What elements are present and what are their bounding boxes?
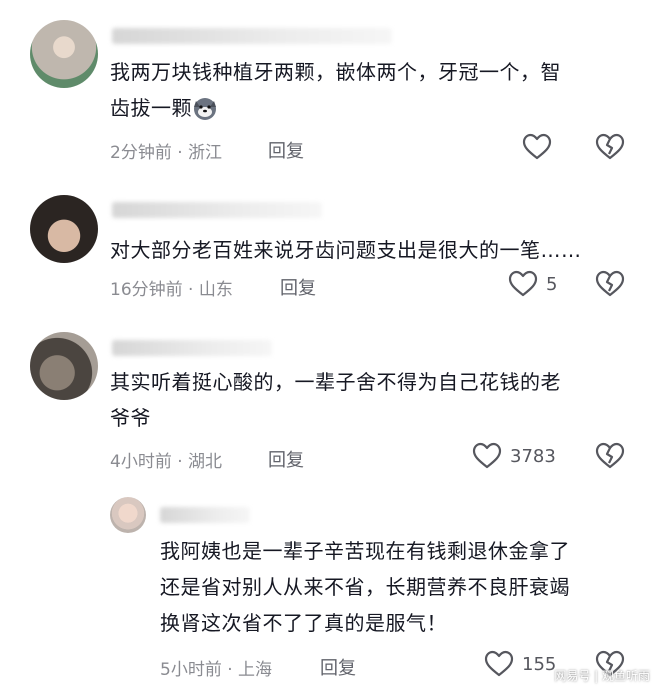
watermark: 网易号 | 观鱼听雨 <box>554 669 650 683</box>
comment-text-line: 爷爷 <box>110 406 151 430</box>
comment-item: 其实听着挺心酸的，一辈子舍不得为自己花钱的老 爷爷 4小时前 · 湖北 回复 3… <box>0 310 660 485</box>
reply-button[interactable]: 回复 <box>268 446 304 472</box>
username-blurred[interactable] <box>112 28 392 44</box>
comment-text: 我两万块钱种植牙两颗，嵌体两个，牙冠一个，智 齿拔一颗 <box>110 54 640 126</box>
comment-text-line: 我阿姨也是一辈子辛苦现在有钱剩退休金拿了 <box>160 539 570 563</box>
like-count: 5 <box>546 273 558 295</box>
avatar[interactable] <box>30 20 98 88</box>
comment-time: 16分钟前 <box>110 280 183 300</box>
comment-text-line: 换肾这次省不了了真的是服气！ <box>160 611 447 635</box>
meta-separator: · <box>227 660 233 680</box>
like-count: 155 <box>522 653 557 675</box>
dog-face-emoji <box>194 98 216 120</box>
like-button[interactable] <box>522 133 552 161</box>
heart-outline-icon <box>472 442 502 469</box>
heart-outline-icon <box>522 133 552 160</box>
heart-outline-icon <box>484 650 514 677</box>
broken-heart-outline-icon <box>595 133 625 160</box>
comment-time: 2分钟前 <box>110 143 172 163</box>
dislike-button[interactable] <box>595 270 625 302</box>
comment-text-line: 对大部分老百姓来说牙齿问题支出是很大的一笔…… <box>110 238 582 262</box>
comment-text-line: 齿拔一颗 <box>110 90 640 126</box>
comment-time: 4小时前 <box>110 452 172 472</box>
avatar[interactable] <box>110 497 146 533</box>
comment-meta: 5小时前 · 上海 <box>160 655 272 680</box>
meta-separator: · <box>177 452 183 472</box>
dislike-button[interactable] <box>595 442 625 474</box>
meta-separator: · <box>188 280 194 300</box>
comment-meta: 16分钟前 · 山东 <box>110 275 233 300</box>
username-blurred[interactable] <box>160 507 250 523</box>
like-button[interactable]: 5 <box>508 270 557 298</box>
reply-button[interactable]: 回复 <box>280 274 316 300</box>
comment-location: 浙江 <box>188 143 223 163</box>
comment-meta: 4小时前 · 湖北 <box>110 447 222 472</box>
reply-comment-item: 我阿姨也是一辈子辛苦现在有钱剩退休金拿了 还是省对别人从来不省，长期营养不良肝衰… <box>0 485 660 690</box>
comment-location: 上海 <box>238 660 273 680</box>
reply-button[interactable]: 回复 <box>268 137 304 163</box>
like-button[interactable]: 155 <box>484 650 556 678</box>
reply-button[interactable]: 回复 <box>320 654 356 680</box>
comment-text-line: 我两万块钱种植牙两颗，嵌体两个，牙冠一个，智 <box>110 60 561 84</box>
comment-text: 对大部分老百姓来说牙齿问题支出是很大的一笔…… <box>110 232 650 268</box>
avatar[interactable] <box>30 195 98 263</box>
comment-location: 湖北 <box>188 452 223 472</box>
heart-outline-icon <box>508 270 538 297</box>
comment-text: 我阿姨也是一辈子辛苦现在有钱剩退休金拿了 还是省对别人从来不省，长期营养不良肝衰… <box>160 533 640 641</box>
broken-heart-outline-icon <box>595 442 625 469</box>
comment-text-line: 其实听着挺心酸的，一辈子舍不得为自己花钱的老 <box>110 370 561 394</box>
comment-text-line-end: 齿拔一颗 <box>110 96 192 120</box>
comment-location: 山东 <box>198 280 233 300</box>
meta-separator: · <box>177 143 183 163</box>
like-button[interactable]: 3783 <box>472 442 556 470</box>
broken-heart-outline-icon <box>595 270 625 297</box>
comment-text-line: 还是省对别人从来不省，长期营养不良肝衰竭 <box>160 575 570 599</box>
avatar[interactable] <box>30 332 98 400</box>
comment-item: 我两万块钱种植牙两颗，嵌体两个，牙冠一个，智 齿拔一颗 2分钟前 · 浙江 回复 <box>0 0 660 170</box>
dislike-button[interactable] <box>595 133 625 165</box>
like-count: 3783 <box>510 445 556 467</box>
comment-text: 其实听着挺心酸的，一辈子舍不得为自己花钱的老 爷爷 <box>110 364 640 436</box>
username-blurred[interactable] <box>112 202 322 218</box>
comment-time: 5小时前 <box>160 660 222 680</box>
comment-meta: 2分钟前 · 浙江 <box>110 138 222 163</box>
username-blurred[interactable] <box>112 340 272 356</box>
comment-item: 对大部分老百姓来说牙齿问题支出是很大的一笔…… 16分钟前 · 山东 回复 5 <box>0 170 660 310</box>
